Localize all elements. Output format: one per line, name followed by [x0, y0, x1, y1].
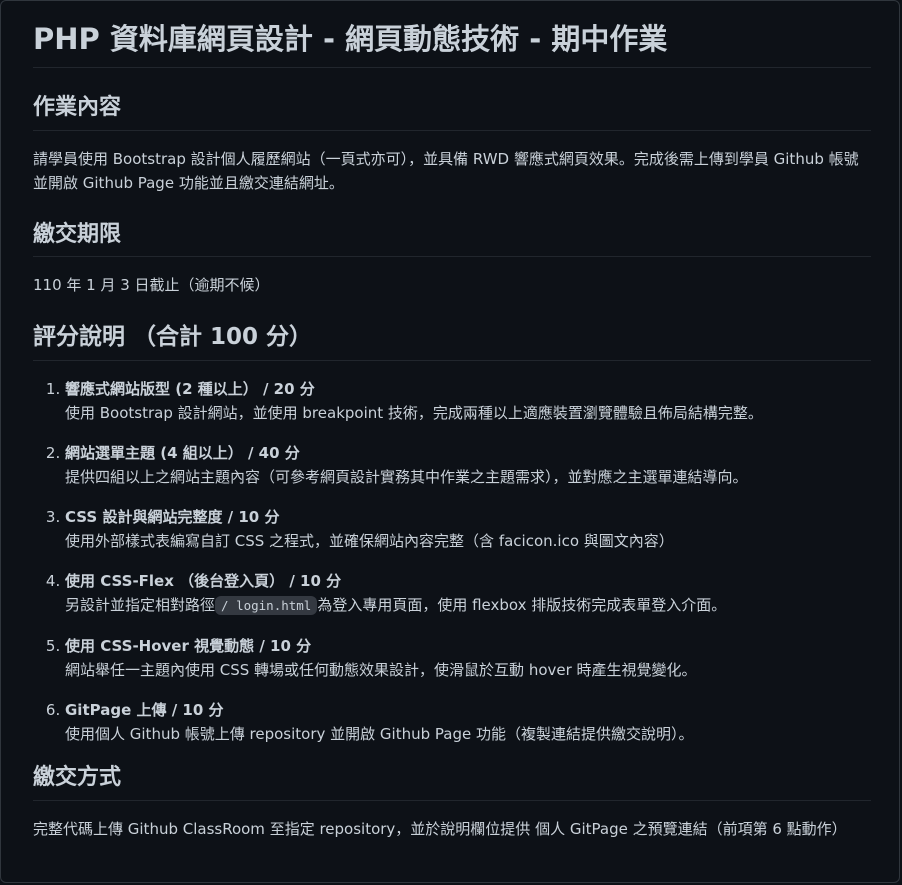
page-title: PHP 資料庫網頁設計 - 網頁動態技術 - 期中作業	[33, 21, 871, 69]
grading-item-desc: 網站舉任一主題內使用 CSS 轉場或任何動態效果設計，使滑鼠於互動 hover …	[65, 661, 697, 679]
grading-item-title: 響應式網站版型 (2 種以上） / 20 分	[65, 380, 315, 398]
grading-item-desc: 使用外部樣式表編寫自訂 CSS 之程式，並確保網站內容完整（含 facicon.…	[65, 532, 674, 550]
grading-item-title: CSS 設計與網站完整度 / 10 分	[65, 508, 280, 526]
grading-item-5: 使用 CSS-Hover 視覺動態 / 10 分 網站舉任一主題內使用 CSS …	[65, 634, 871, 682]
section-text-submission: 完整代碼上傳 Github ClassRoom 至指定 repository，並…	[33, 819, 847, 838]
grading-item-title: 網站選單主題 (4 組以上） / 40 分	[65, 444, 300, 462]
grading-item-desc: 使用 Bootstrap 設計網站，並使用 breakpoint 技術，完成兩種…	[65, 404, 763, 422]
grading-item-6: GitPage 上傳 / 10 分 使用個人 Github 帳號上傳 repos…	[65, 698, 871, 746]
desc-text-before: 另設計並指定相對路徑	[65, 596, 216, 614]
grading-item-desc: 使用個人 Github 帳號上傳 repository 並開啟 Github P…	[65, 725, 694, 743]
grading-item-4: 使用 CSS-Flex （後台登入頁） / 10 分 另設計並指定相對路徑/ l…	[65, 569, 871, 618]
section-heading-submission: 繳交方式	[33, 764, 871, 801]
markdown-body: PHP 資料庫網頁設計 - 網頁動態技術 - 期中作業 作業內容 請學員使用 B…	[33, 21, 871, 841]
section-text-deadline: 110 年 1 月 3 日截止（逾期不候）	[33, 276, 270, 295]
desc-text-after: 為登入專用頁面，使用 flexbox 排版技術完成表單登入介面。	[317, 596, 727, 614]
document-frame: PHP 資料庫網頁設計 - 網頁動態技術 - 期中作業 作業內容 請學員使用 B…	[0, 0, 900, 883]
section-text-content: 請學員使用 Bootstrap 設計個人履歷網站（一頁式亦可），並具備 RWD …	[33, 149, 859, 192]
grading-item-1: 響應式網站版型 (2 種以上） / 20 分 使用 Bootstrap 設計網站…	[65, 377, 871, 425]
grading-item-2: 網站選單主題 (4 組以上） / 40 分 提供四組以上之網站主題內容（可參考網…	[65, 441, 871, 489]
section-heading-grading: 評分說明 （合計 100 分）	[33, 323, 871, 361]
grading-item-desc: 提供四組以上之網站主題內容（可參考網頁設計實務其中作業之主題需求），並對應之主選…	[65, 468, 748, 486]
section-heading-deadline: 繳交期限	[33, 221, 871, 258]
grading-item-title: 使用 CSS-Hover 視覺動態 / 10 分	[65, 637, 312, 655]
grading-item-title: 使用 CSS-Flex （後台登入頁） / 10 分	[65, 572, 342, 590]
grading-list: 響應式網站版型 (2 種以上） / 20 分 使用 Bootstrap 設計網站…	[33, 377, 871, 746]
section-heading-content: 作業內容	[33, 94, 871, 131]
inline-code-path: / login.html	[215, 596, 318, 615]
grading-item-title: GitPage 上傳 / 10 分	[65, 701, 224, 719]
grading-item-desc: 另設計並指定相對路徑 / login.html 為登入專用頁面，使用 flexbox…	[65, 593, 871, 618]
grading-item-3: CSS 設計與網站完整度 / 10 分 使用外部樣式表編寫自訂 CSS 之程式，…	[65, 505, 871, 553]
